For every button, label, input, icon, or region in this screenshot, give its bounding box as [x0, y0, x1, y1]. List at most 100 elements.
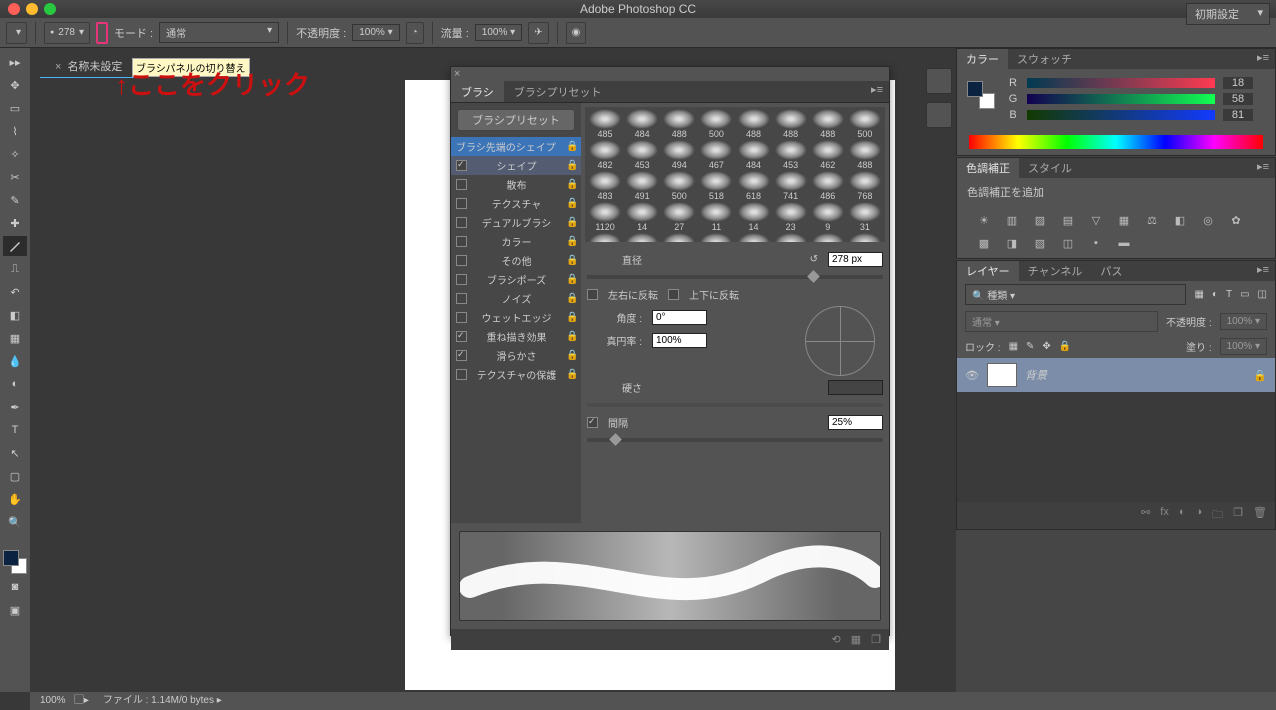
brush-preset-button[interactable]: ブラシプリセット: [457, 109, 575, 131]
setting-checkbox[interactable]: [456, 331, 467, 342]
brush-setting-row[interactable]: 滑らかさ🔒: [451, 346, 581, 365]
brush-setting-row[interactable]: ブラシポーズ🔒: [451, 270, 581, 289]
pen-tool-icon[interactable]: ✒: [3, 397, 27, 417]
lock-icon[interactable]: 🔒: [566, 274, 576, 285]
layer-mask-icon[interactable]: ◐: [1179, 506, 1186, 525]
flip-x-checkbox[interactable]: [587, 289, 598, 300]
brush-setting-row[interactable]: シェイプ🔒: [451, 156, 581, 175]
setting-checkbox[interactable]: [456, 217, 467, 228]
collapsed-panel-icon[interactable]: [926, 102, 952, 128]
brush-tip-cell[interactable]: 484: [624, 109, 660, 139]
screen-mode-icon[interactable]: ▣: [3, 600, 27, 620]
toggle-brush-panel-button[interactable]: [96, 22, 108, 44]
posterize-icon[interactable]: ▧: [1031, 237, 1049, 250]
brightness-icon[interactable]: ☀: [975, 214, 993, 227]
lock-icon[interactable]: 🔒: [566, 331, 576, 342]
brush-tip-cell[interactable]: 494: [661, 140, 697, 170]
setting-checkbox[interactable]: [456, 350, 467, 361]
opacity-pressure-icon[interactable]: ◔: [406, 22, 424, 44]
lock-transparency-icon[interactable]: ▦: [1009, 341, 1018, 352]
layer-name[interactable]: 背景: [1025, 367, 1047, 383]
g-slider[interactable]: [1027, 94, 1215, 104]
gradient-tool-icon[interactable]: ▦: [3, 328, 27, 348]
curves-icon[interactable]: ▨: [1031, 214, 1049, 227]
lock-icon[interactable]: 🔒: [566, 141, 576, 152]
brush-tip-cell[interactable]: 14: [736, 202, 772, 232]
brush-setting-row[interactable]: ウェットエッジ🔒: [451, 308, 581, 327]
tool-preset-dropdown[interactable]: ▾: [6, 22, 27, 44]
spacing-checkbox[interactable]: [587, 417, 598, 428]
lasso-tool-icon[interactable]: ⌇: [3, 121, 27, 141]
marquee-tool-icon[interactable]: ▭: [3, 98, 27, 118]
brush-tip-cell[interactable]: 488: [810, 109, 846, 139]
type-tool-icon[interactable]: T: [3, 420, 27, 440]
diameter-slider[interactable]: [587, 275, 883, 279]
close-tab-icon[interactable]: ×: [55, 61, 61, 73]
brush-tip-cell[interactable]: 483: [587, 171, 623, 201]
lock-icon[interactable]: 🔒: [566, 236, 576, 247]
brush-tip-cell[interactable]: 23: [773, 202, 809, 232]
link-layers-icon[interactable]: ⚯: [1141, 506, 1150, 525]
filter-shape-icon[interactable]: ▭: [1240, 289, 1249, 300]
exposure-icon[interactable]: ▤: [1059, 214, 1077, 227]
fill-adjust-icon[interactable]: ◑: [1196, 506, 1203, 525]
brush-setting-row[interactable]: ノイズ🔒: [451, 289, 581, 308]
reset-size-icon[interactable]: ↺: [810, 254, 818, 265]
brush-tip-cell[interactable]: 491: [624, 171, 660, 201]
size-pressure-icon[interactable]: ◉: [566, 22, 587, 44]
expand-icon[interactable]: ▸▸: [3, 52, 27, 72]
blur-tool-icon[interactable]: 💧: [3, 351, 27, 371]
threshold-icon[interactable]: ◫: [1059, 237, 1077, 250]
brush-tip-cell[interactable]: 14: [624, 202, 660, 232]
angle-roundness-control[interactable]: [805, 306, 875, 376]
delete-layer-icon[interactable]: 🗑: [1253, 506, 1267, 525]
brush-tip-cell[interactable]: 488: [661, 109, 697, 139]
lock-icon[interactable]: 🔒: [566, 198, 576, 209]
file-info[interactable]: ファイル : 1.14M/0 bytes: [103, 695, 214, 706]
r-slider[interactable]: [1027, 78, 1215, 88]
layer-filter-dropdown[interactable]: 🔍 種類 ▾: [965, 284, 1186, 305]
lock-icon[interactable]: 🔒: [566, 160, 576, 171]
hand-tool-icon[interactable]: ✋: [3, 489, 27, 509]
r-value[interactable]: 18: [1223, 77, 1253, 89]
color-spectrum[interactable]: [969, 135, 1263, 149]
visibility-icon[interactable]: 👁: [965, 369, 979, 382]
foreground-background-colors[interactable]: [3, 550, 27, 574]
quick-mask-icon[interactable]: ◙: [3, 577, 27, 597]
lock-all-icon[interactable]: 🔒: [1059, 341, 1071, 352]
airbrush-icon[interactable]: ✈: [528, 22, 548, 44]
brush-tip-cell[interactable]: 37: [773, 233, 809, 242]
move-tool-icon[interactable]: ✥: [3, 75, 27, 95]
brush-tip-cell[interactable]: 17: [847, 233, 883, 242]
brush-tip-cell[interactable]: 484: [736, 140, 772, 170]
lock-icon[interactable]: 🔒: [566, 369, 576, 380]
lock-icon[interactable]: 🔒: [566, 255, 576, 266]
brush-tip-cell[interactable]: 453: [773, 140, 809, 170]
filter-adjust-icon[interactable]: ◐: [1212, 289, 1218, 300]
panel-menu-icon[interactable]: ▸≡: [1251, 49, 1275, 69]
lock-icon[interactable]: 🔒: [566, 179, 576, 190]
brush-tip-cell[interactable]: 2158: [661, 233, 697, 242]
setting-checkbox[interactable]: [456, 293, 467, 304]
brush-tip-cell[interactable]: 518: [698, 171, 734, 201]
mixer-icon[interactable]: ✿: [1227, 214, 1245, 227]
eraser-tool-icon[interactable]: ◧: [3, 305, 27, 325]
rectangle-tool-icon[interactable]: ▢: [3, 466, 27, 486]
maximize-window-icon[interactable]: [44, 3, 56, 15]
brush-setting-row[interactable]: デュアルブラシ🔒: [451, 213, 581, 232]
hue-icon[interactable]: ▦: [1115, 214, 1133, 227]
new-preset-icon[interactable]: ❐: [871, 633, 881, 646]
lock-icon[interactable]: 🔒: [566, 217, 576, 228]
brush-setting-row[interactable]: 散布🔒: [451, 175, 581, 194]
brush-setting-row[interactable]: カラー🔒: [451, 232, 581, 251]
gradient-map-icon[interactable]: ▬: [1115, 237, 1133, 250]
lock-position-icon[interactable]: ✥: [1042, 341, 1050, 352]
minimize-window-icon[interactable]: [26, 3, 38, 15]
filter-smart-icon[interactable]: ◫: [1258, 289, 1267, 300]
layer-row[interactable]: 👁 背景 🔒: [957, 358, 1275, 392]
brush-tip-grid[interactable]: 4854844885004884884885004824534944674844…: [585, 107, 885, 242]
layer-style-icon[interactable]: fx: [1160, 506, 1169, 525]
filter-type-icon[interactable]: T: [1226, 289, 1232, 300]
create-brush-icon[interactable]: ▦: [851, 633, 861, 646]
workspace-switcher[interactable]: 初期設定 ▾: [1186, 3, 1270, 25]
